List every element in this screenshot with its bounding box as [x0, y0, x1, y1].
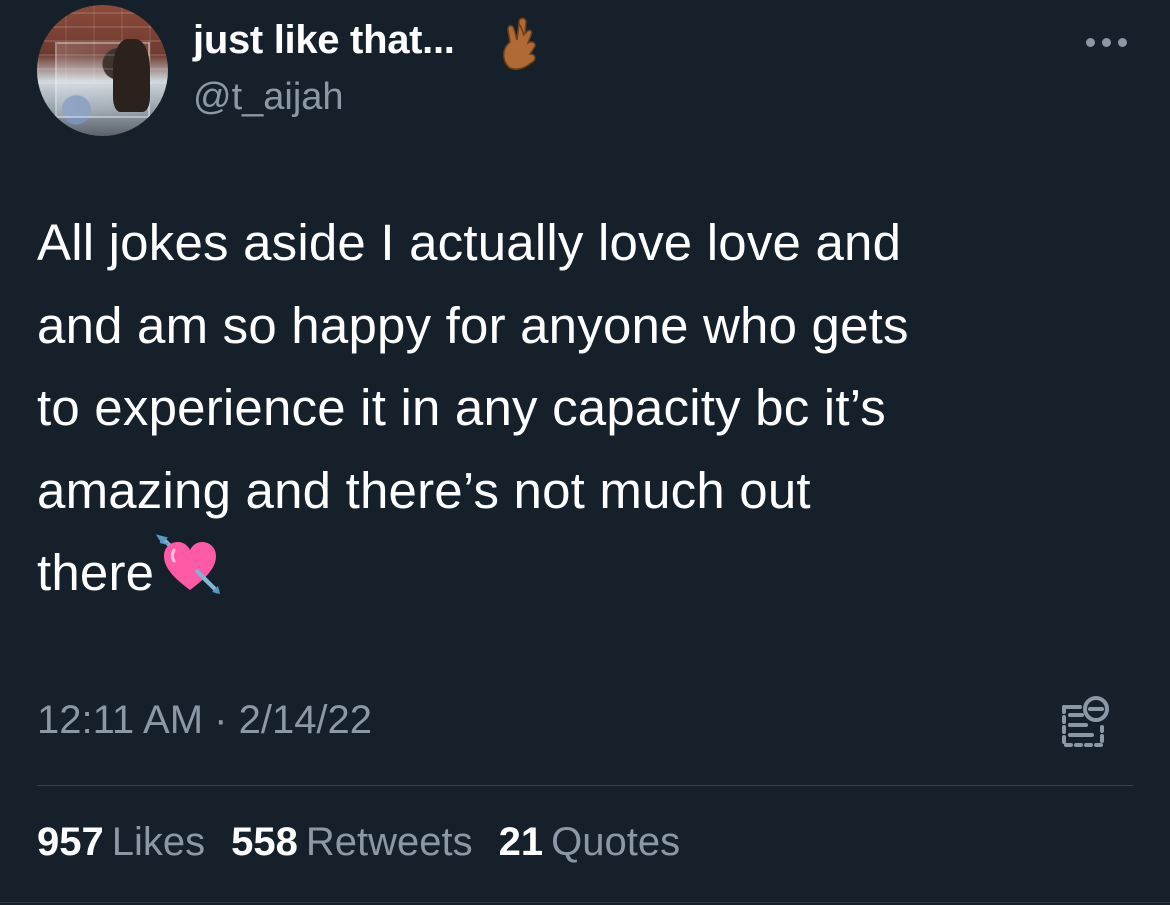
more-dot-icon [1086, 38, 1095, 47]
crossed-fingers-icon [503, 17, 536, 70]
retweets-count: 558 [231, 820, 298, 864]
quotes-label: Quotes [551, 820, 681, 864]
tweet-stats: 957 Likes 558 Retweets 21 Quotes [37, 820, 706, 865]
author-display-name[interactable]: just like that... [193, 18, 455, 63]
divider [37, 785, 1133, 786]
avatar-person [112, 39, 150, 113]
author-handle[interactable]: @t_aijah [193, 76, 344, 119]
more-dot-icon [1118, 38, 1127, 47]
retweets-label: Retweets [305, 820, 473, 864]
tweet-text-line: to experience it in any capacity bc it’s [37, 379, 887, 436]
heart-with-arrow-icon [156, 534, 221, 594]
tweet-text-line: and am so happy for anyone who gets [37, 296, 909, 354]
likes-count: 957 [37, 820, 104, 864]
tweet-detail: just like that... @t_aijah All jokes asi… [0, 0, 1170, 905]
tweet-text-line: All jokes aside I actually love love and [37, 214, 902, 271]
more-options-button[interactable] [1084, 30, 1130, 54]
tweet-timestamp[interactable]: 12:11 AM · 2/14/22 [37, 698, 372, 743]
tweet-text-line-last: there [37, 532, 1137, 615]
bottom-divider [0, 902, 1170, 903]
quotes-stat[interactable]: 21 Quotes [499, 820, 680, 865]
avatar[interactable] [37, 5, 168, 136]
tweet-text: All jokes aside I actually love love and… [37, 202, 1137, 615]
retweets-stat[interactable]: 558 Retweets [231, 820, 473, 865]
likes-label: Likes [111, 820, 206, 864]
tweet-text-line: amazing and there’s not much out [37, 461, 811, 519]
tweet-activity-icon[interactable] [1058, 693, 1110, 749]
quotes-count: 21 [498, 820, 544, 864]
more-dot-icon [1102, 38, 1111, 47]
tweet-text-word: there [37, 544, 155, 601]
likes-stat[interactable]: 957 Likes [37, 820, 205, 865]
